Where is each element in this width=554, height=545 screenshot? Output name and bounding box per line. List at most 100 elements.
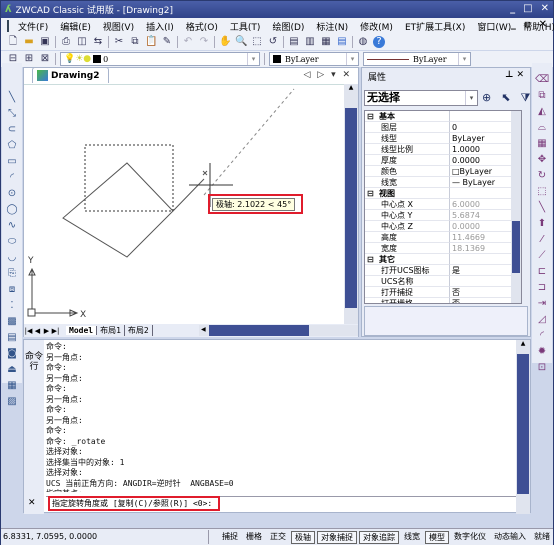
extend-icon[interactable]: ⟋	[535, 249, 549, 263]
toggle-pickadd-icon[interactable]: ⊕	[482, 91, 491, 105]
layer-combo[interactable]: 💡 ☀ ● 0 ▾	[60, 52, 260, 66]
select-objects-icon[interactable]: ⬉	[501, 91, 510, 105]
xline-icon[interactable]: ⤡	[5, 107, 19, 121]
chevron-down-icon[interactable]: ▾	[247, 53, 259, 65]
close-icon[interactable]: ✕	[28, 498, 36, 508]
canvas-vertical-scrollbar[interactable]: ▲	[344, 84, 358, 324]
sheetset-icon[interactable]: ▤	[336, 36, 348, 48]
status-toggle-button[interactable]: 模型	[425, 530, 449, 544]
revcloud-icon[interactable]: ◯	[5, 203, 19, 217]
redo-icon[interactable]: ↷	[198, 36, 210, 48]
stretch-icon[interactable]: ╲	[535, 201, 549, 215]
join-icon[interactable]: ⇥	[535, 297, 549, 311]
zoom-previous-icon[interactable]: ↺	[267, 36, 279, 48]
boundary-icon[interactable]: ⏏	[5, 363, 19, 377]
gradient-icon[interactable]: ▤	[5, 331, 19, 345]
scroll-thumb[interactable]	[512, 221, 520, 273]
break-icon[interactable]: ⊐	[535, 281, 549, 295]
prop-row[interactable]: 图层 0	[365, 122, 521, 133]
erase-icon[interactable]: ⌫	[535, 73, 549, 87]
prop-row[interactable]: 打开捕捉否	[365, 287, 521, 298]
status-toggle-button[interactable]: 栅格	[243, 531, 265, 544]
tab-layout1[interactable]: 布局1	[97, 325, 125, 336]
open-icon[interactable]: ▬	[23, 36, 35, 48]
doc-close-button[interactable]: ✕	[539, 19, 547, 30]
menu-view[interactable]: 视图(V)	[97, 20, 140, 33]
prop-row[interactable]: 线型 ByLayer	[365, 133, 521, 144]
line-icon[interactable]: ╲	[5, 91, 19, 105]
menu-format[interactable]: 格式(O)	[180, 20, 224, 33]
status-toggle-button[interactable]: 捕捉	[219, 531, 241, 544]
tab-model[interactable]: Model	[66, 326, 98, 335]
layer-previous-icon[interactable]: ⊞	[23, 53, 35, 65]
cut-icon[interactable]: ✂	[113, 36, 125, 48]
fillet-icon[interactable]: ◜	[535, 329, 549, 343]
undo-icon[interactable]: ↶	[182, 36, 194, 48]
doc-restore-button[interactable]: ▫	[524, 19, 531, 30]
document-icon[interactable]	[7, 20, 9, 32]
scroll-thumb[interactable]	[517, 354, 529, 494]
save-icon[interactable]: ▣	[39, 36, 51, 48]
help-icon[interactable]: ?	[373, 36, 385, 48]
chevron-down-icon[interactable]: ▾	[458, 53, 470, 65]
move-icon[interactable]: ✥	[535, 153, 549, 167]
ellipse-arc-icon[interactable]: ◡	[5, 251, 19, 265]
layer-state-icon[interactable]: ⊠	[39, 53, 51, 65]
menu-file[interactable]: 文件(F)	[12, 20, 54, 33]
color-combo[interactable]: ByLayer ▾	[269, 52, 359, 66]
properties-edit-icon[interactable]: ⊡	[535, 361, 549, 375]
menu-tools[interactable]: 工具(T)	[224, 20, 267, 33]
explode-icon[interactable]: ✹	[535, 345, 549, 359]
menu-insert[interactable]: 插入(I)	[140, 20, 180, 33]
command-input[interactable]: 指定旋转角度或 [复制(C)/参照(R)] <0>:	[46, 496, 516, 511]
group-view[interactable]: ⊟ 视图	[365, 188, 521, 199]
menu-et-tools[interactable]: ET扩展工具(X)	[399, 20, 471, 33]
table-icon[interactable]: ▦	[5, 379, 19, 393]
polyline-icon[interactable]: ⊂	[5, 123, 19, 137]
status-toggle-button[interactable]: 线宽	[401, 531, 423, 544]
minimize-button[interactable]: _	[510, 3, 515, 14]
prop-row[interactable]: 线型比例 1.0000	[365, 144, 521, 155]
paste-icon[interactable]: 📋	[145, 36, 157, 48]
new-icon[interactable]: 🗋	[7, 36, 19, 48]
arc-icon[interactable]: ◜	[5, 171, 19, 185]
menu-draw[interactable]: 绘图(D)	[266, 20, 310, 33]
rotate-icon[interactable]: ↻	[535, 169, 549, 183]
image-icon[interactable]: ▨	[5, 395, 19, 409]
prop-row[interactable]: 中心点 Y 5.6874	[365, 210, 521, 221]
prop-row[interactable]: 宽度 18.1369	[365, 243, 521, 254]
markup-icon[interactable]: ◍	[357, 36, 369, 48]
selection-combo[interactable]: 无选择 ▾	[364, 90, 478, 106]
pan-icon[interactable]: ✋	[219, 36, 231, 48]
print-icon[interactable]: ⎙	[60, 36, 72, 48]
chevron-down-icon[interactable]: ▾	[465, 91, 477, 105]
copy-icon[interactable]: ⧉	[129, 36, 141, 48]
scroll-thumb[interactable]	[209, 325, 309, 336]
scroll-thumb[interactable]	[345, 108, 357, 308]
spline-icon[interactable]: ∿	[5, 219, 19, 233]
chamfer-icon[interactable]: ◿	[535, 313, 549, 327]
linetype-combo[interactable]: ByLayer ▾	[363, 52, 471, 66]
status-toggle-button[interactable]: 就绪	[531, 531, 553, 544]
insert-block-icon[interactable]: ⎘	[5, 267, 19, 281]
copy-object-icon[interactable]: ⧉	[535, 89, 549, 103]
group-basic[interactable]: ⊟ 基本	[365, 111, 521, 122]
tab-layout2[interactable]: 布局2	[125, 325, 153, 336]
first-tab-icon[interactable]: |◀	[24, 327, 33, 335]
prop-row[interactable]: 中心点 X 6.0000	[365, 199, 521, 210]
array-icon[interactable]: ▦	[535, 137, 549, 151]
prop-row[interactable]: 高度 11.4669	[365, 232, 521, 243]
scroll-up-icon[interactable]: ▲	[516, 340, 530, 347]
circle-icon[interactable]: ⊙	[5, 187, 19, 201]
zoom-realtime-icon[interactable]: 🔍	[235, 36, 247, 48]
menu-edit[interactable]: 编辑(E)	[54, 20, 97, 33]
designcenter-icon[interactable]: ▥	[304, 36, 316, 48]
lengthen-icon[interactable]: ⬆	[535, 217, 549, 231]
ellipse-icon[interactable]: ⬭	[5, 235, 19, 249]
break-point-icon[interactable]: ⊏	[535, 265, 549, 279]
group-misc[interactable]: ⊟ 其它	[365, 254, 521, 265]
pin-close-icons[interactable]: ⊥ ✕	[505, 70, 524, 80]
status-toggle-button[interactable]: 正交	[267, 531, 289, 544]
mirror-icon[interactable]: ◭	[535, 105, 549, 119]
next-tab-icon[interactable]: ▶	[42, 327, 51, 335]
